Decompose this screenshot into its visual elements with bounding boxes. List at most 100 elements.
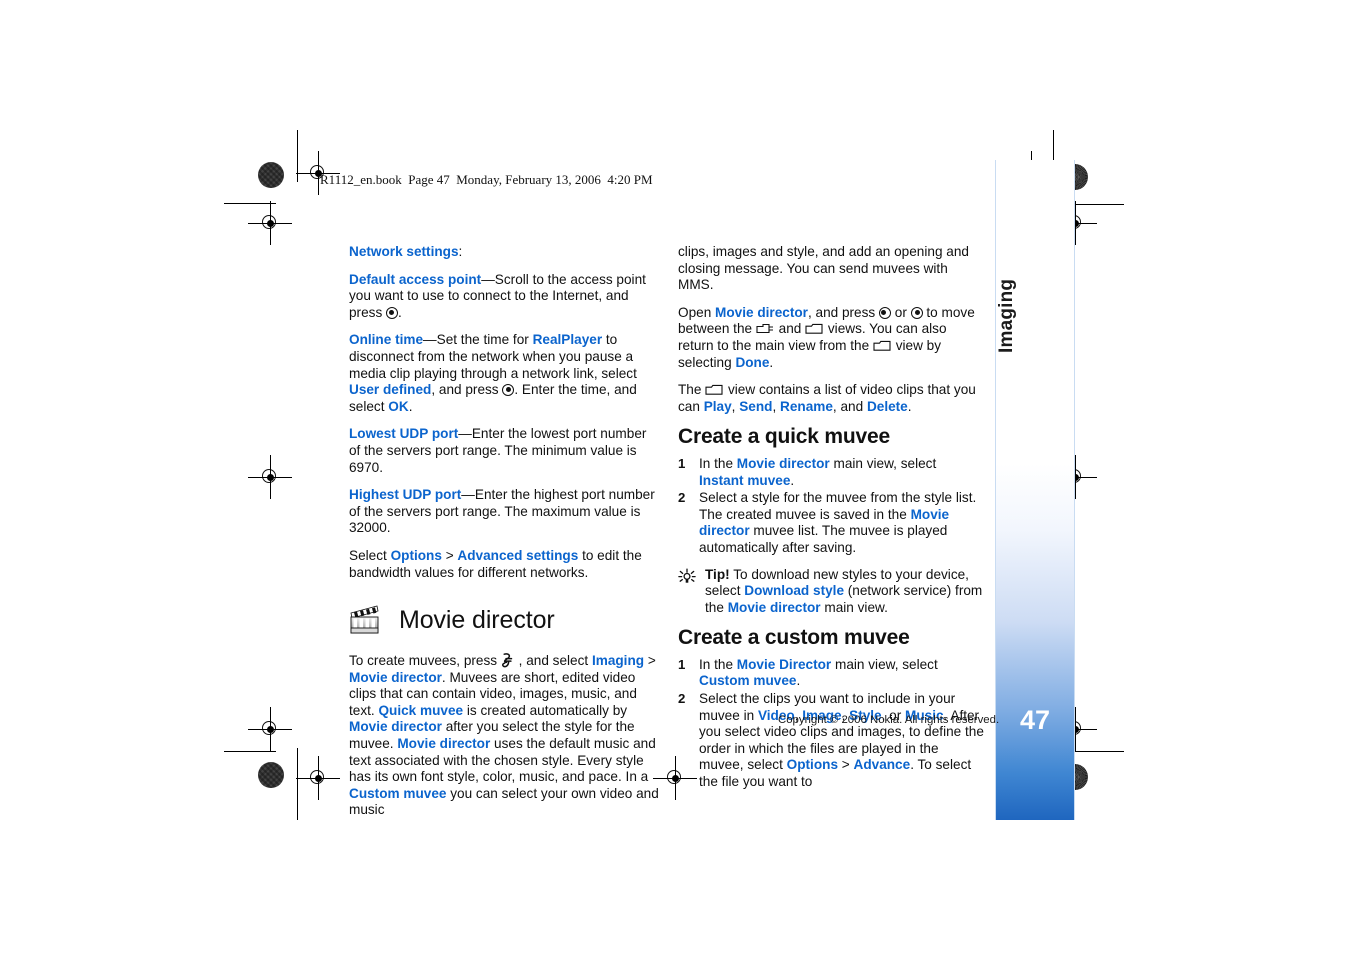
paragraph-view-clip-list: The view contains a list of video clips … xyxy=(678,382,984,415)
link-movie-director[interactable]: Movie director xyxy=(349,670,442,685)
default-access-point-text-b: . xyxy=(398,304,402,320)
link-movie-director-2[interactable]: Movie director xyxy=(349,719,442,734)
term-online-time: Online time xyxy=(349,332,424,348)
q-step1-text-b: main view, select xyxy=(829,455,937,471)
view-text-a: The xyxy=(678,382,706,398)
link-advanced-settings[interactable]: Advanced settings xyxy=(457,548,578,563)
open-text-e: and xyxy=(774,321,806,337)
step-number: 2 xyxy=(678,691,686,707)
heading-create-custom-muvee: Create a custom muvee xyxy=(678,626,910,650)
open-text-a: Open xyxy=(678,304,716,320)
crop-line-bottom-left-vertical xyxy=(297,748,298,820)
paragraph-lowest-udp-port: Lowest UDP port—Enter the lowest port nu… xyxy=(349,426,661,476)
crop-line-right-upper-horizontal xyxy=(1074,204,1124,205)
link-options[interactable]: Options xyxy=(787,757,838,772)
intro-text-d: is created automatically by xyxy=(463,702,628,718)
link-imaging[interactable]: Imaging xyxy=(592,653,644,668)
link-custom-muvee[interactable]: Custom muvee xyxy=(349,786,446,801)
link-movie-director[interactable]: Movie director xyxy=(728,600,821,615)
bandwidth-gt: > xyxy=(441,547,458,563)
scroll-key-right-icon xyxy=(910,306,923,319)
paragraph-movie-director-intro: To create muvees, press , and select Ima… xyxy=(349,653,661,819)
step-number: 1 xyxy=(678,656,686,672)
link-done[interactable]: Done xyxy=(735,355,769,370)
link-movie-director[interactable]: Movie Director xyxy=(737,657,831,672)
step-item: 2 Select a style for the muvee from the s… xyxy=(678,490,984,556)
link-instant-muvee[interactable]: Instant muvee xyxy=(699,473,790,488)
tip-lightbulb-icon xyxy=(678,568,696,584)
online-time-text-e: . xyxy=(408,398,413,414)
q-step1-text-a: In the xyxy=(699,455,737,471)
crop-line-left-upper-horizontal xyxy=(224,203,276,204)
network-settings-colon: : xyxy=(458,244,463,259)
scroll-key-icon xyxy=(502,384,515,397)
step-item: 2 Select the clips you want to include in… xyxy=(678,691,984,791)
link-advance[interactable]: Advance xyxy=(854,757,911,772)
link-user-defined[interactable]: User defined xyxy=(349,382,431,397)
open-text-h: . xyxy=(769,354,774,370)
view-text-c: . xyxy=(907,398,912,414)
page-number: 47 xyxy=(1019,705,1051,735)
view-sep-2: , xyxy=(772,398,781,414)
registration-mark-bottom-left xyxy=(296,756,340,800)
folder-view-icon xyxy=(805,323,824,335)
view-sep-3: , and xyxy=(832,398,867,414)
folder-view-icon xyxy=(705,384,724,396)
link-movie-director[interactable]: Movie director xyxy=(737,456,830,471)
link-play[interactable]: Play xyxy=(704,399,732,414)
scroll-key-icon xyxy=(386,306,399,319)
q-step1-text-c: . xyxy=(790,472,795,488)
scroll-key-left-icon xyxy=(878,306,891,319)
online-time-text-a: —Set the time for xyxy=(423,332,533,348)
paragraph-default-access-point: Default access point—Scroll to the acces… xyxy=(349,272,661,322)
step-number: 2 xyxy=(678,490,686,506)
tip-text-c: main view. xyxy=(820,599,888,615)
registration-mark-left-lower xyxy=(248,707,292,751)
c-step2-gt: > xyxy=(838,757,854,773)
c-step1-text-c: . xyxy=(796,673,801,689)
left-text-column: Network settings: Default access point—S… xyxy=(349,244,661,830)
link-movie-director[interactable]: Movie director xyxy=(715,305,808,320)
registration-halftone-top-left xyxy=(258,162,284,188)
link-custom-muvee[interactable]: Custom muvee xyxy=(699,673,796,688)
link-movie-director-3[interactable]: Movie director xyxy=(397,736,490,751)
tab-view-icon xyxy=(756,323,775,335)
menu-key-icon xyxy=(501,653,515,668)
link-realplayer[interactable]: RealPlayer xyxy=(533,332,603,347)
open-text-c: or xyxy=(890,304,911,320)
paragraph-highest-udp-port: Highest UDP port—Enter the highest port … xyxy=(349,487,661,537)
crop-line-right-lower-horizontal xyxy=(1074,751,1124,752)
chapter-title-row: Movie director xyxy=(349,603,661,637)
step-number: 1 xyxy=(678,455,686,471)
term-default-access-point: Default access point xyxy=(349,271,482,287)
link-download-style[interactable]: Download style xyxy=(744,583,844,598)
chapter-sidebar-tab: Imaging 47 xyxy=(995,160,1075,820)
intro-text-a: To create muvees, press xyxy=(349,653,501,669)
link-delete[interactable]: Delete xyxy=(867,399,908,414)
link-quick-muvee[interactable]: Quick muvee xyxy=(378,703,463,718)
manual-page: R1112_en.book Page 47 Monday, February 1… xyxy=(0,0,1351,954)
online-time-text-c: , and press xyxy=(431,382,503,398)
term-lowest-udp-port: Lowest UDP port xyxy=(349,426,459,442)
paragraph-bandwidth: Select Options > Advanced settings to ed… xyxy=(349,548,661,581)
crop-line-left-lower-horizontal xyxy=(224,751,276,752)
copyright-notice: Copyright © 2006 Nokia. All rights reser… xyxy=(778,714,1000,726)
paragraph-network-settings: Network settings: xyxy=(349,244,661,261)
paragraph-continuation: clips, images and style, and add an open… xyxy=(678,244,969,293)
open-text-b: , and press xyxy=(807,304,879,320)
paragraph-online-time: Online time—Set the time for RealPlayer … xyxy=(349,332,661,415)
link-rename[interactable]: Rename xyxy=(780,399,833,414)
folder-view-icon xyxy=(873,340,892,352)
c-step1-text-a: In the xyxy=(699,656,737,672)
paragraph-open-movie-director: Open Movie director, and press or to mov… xyxy=(678,305,984,371)
right-text-column: clips, images and style, and add an open… xyxy=(678,244,984,792)
intro-text-b: , and select xyxy=(514,653,592,669)
sidebar-chapter-label: Imaging xyxy=(996,278,1017,354)
registration-mark-left-upper xyxy=(248,201,292,245)
clapperboard-icon xyxy=(349,603,383,637)
chapter-title: Movie director xyxy=(399,605,555,634)
link-send[interactable]: Send xyxy=(739,399,772,414)
book-file-header: R1112_en.book Page 47 Monday, February 1… xyxy=(320,172,653,187)
link-ok[interactable]: OK xyxy=(388,399,408,414)
link-options[interactable]: Options xyxy=(391,548,442,563)
